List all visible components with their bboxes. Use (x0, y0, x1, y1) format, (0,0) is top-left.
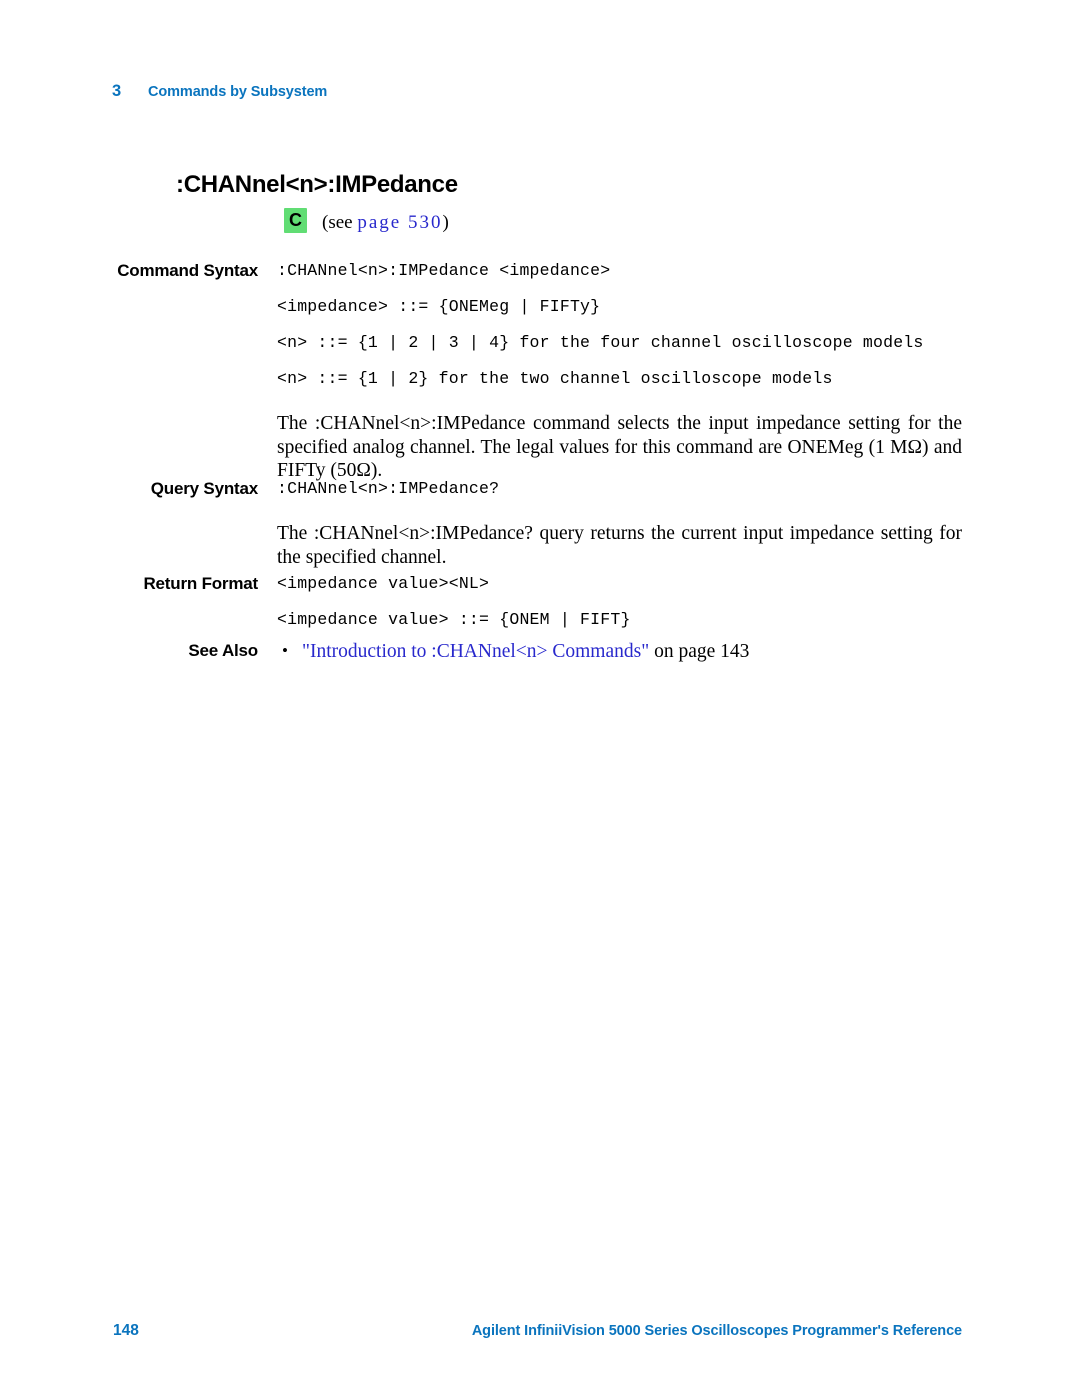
command-syntax-label: Command Syntax (117, 261, 258, 280)
code-line: <impedance> ::= {ONEMeg | FIFTy} (277, 297, 601, 316)
code-line: <impedance value> ::= {ONEM | FIFT} (277, 610, 631, 629)
capability-badge-icon: C (284, 208, 307, 233)
code-line: <n> ::= {1 | 2} for the two channel osci… (277, 369, 833, 388)
see-also-label: See Also (188, 641, 258, 660)
code-line: <impedance value><NL> (277, 574, 490, 593)
see-suffix: ) (442, 211, 449, 233)
chapter-title: Commands by Subsystem (148, 84, 328, 100)
see-page-link[interactable]: page 530 (357, 212, 442, 233)
page-title: :CHANnel<n>:IMPedance (176, 171, 458, 198)
command-description: The :CHANnel<n>:IMPedance command select… (277, 413, 962, 481)
see-prefix: (see (322, 211, 358, 233)
return-format-content: <impedance value><NL> <impedance value> … (277, 574, 962, 629)
capability-row: C (see page 530) (284, 208, 449, 233)
query-syntax-label: Query Syntax (150, 479, 258, 498)
query-syntax-content: :CHANnel<n>:IMPedance? The :CHANnel<n>:I… (277, 479, 962, 569)
see-also-entry: "Introduction to :CHANnel<n> Commands" o… (302, 641, 749, 663)
see-page-reference: (see page 530) (322, 212, 449, 234)
see-also-page: on page 143 (649, 641, 750, 662)
document-page: 3 Commands by Subsystem :CHANnel<n>:IMPe… (0, 0, 1080, 1397)
code-line: <n> ::= {1 | 2 | 3 | 4} for the four cha… (277, 333, 924, 352)
chapter-number: 3 (112, 82, 122, 100)
command-syntax-content: :CHANnel<n>:IMPedance <impedance> <imped… (277, 261, 962, 483)
see-also-link[interactable]: "Introduction to :CHANnel<n> Commands" (302, 641, 649, 662)
code-line: :CHANnel<n>:IMPedance? (277, 479, 500, 498)
code-line: :CHANnel<n>:IMPedance <impedance> (277, 261, 611, 280)
footer-book-title: Agilent InfiniiVision 5000 Series Oscill… (471, 1323, 962, 1339)
footer-page-number: 148 (113, 1322, 139, 1339)
bullet-icon: • (282, 641, 288, 660)
running-header: 3 Commands by Subsystem (112, 82, 327, 101)
query-description: The :CHANnel<n>:IMPedance? query returns… (277, 523, 962, 568)
return-format-label: Return Format (143, 574, 258, 593)
